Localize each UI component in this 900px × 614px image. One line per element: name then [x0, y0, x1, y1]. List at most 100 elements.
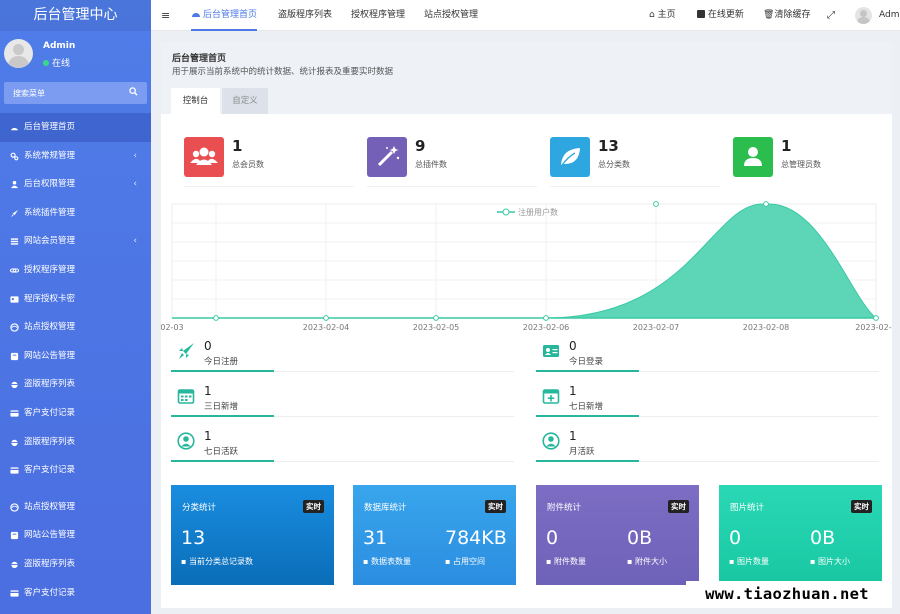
- tab-console[interactable]: 控制台: [171, 88, 220, 114]
- sidebar-item-label: 盗版程序列表: [24, 558, 76, 569]
- search-icon[interactable]: [129, 87, 138, 96]
- metric-value: 1: [569, 429, 577, 443]
- vcard-icon: [543, 345, 559, 357]
- sidebar-item[interactable]: 程序授权卡密: [0, 285, 151, 314]
- sidebar-item[interactable]: 后台管理首页: [0, 113, 151, 142]
- sidebar: 后台管理中心 Admin 在线 搜索菜单 后台管理首页 系统常规管理 ‹ 后台权限管理…: [0, 0, 151, 614]
- tab-custom[interactable]: 自定义: [222, 88, 268, 114]
- calendar-plus-icon: [542, 389, 560, 404]
- chart-x-tick-label: 2023-02-07: [633, 323, 680, 332]
- metric-underline: [536, 370, 639, 372]
- chevron-left-icon: ‹: [133, 150, 137, 161]
- stat-panel: 附件统计 实时 0 ▪ 附件数量 0B ▪ 附件大小: [536, 485, 699, 585]
- bug-icon: [11, 439, 18, 446]
- stat-value: 1: [232, 137, 243, 155]
- metric-value: 0: [569, 339, 577, 353]
- nav-tab-label: 后台管理首页: [203, 10, 258, 20]
- metric-label: 三日新增: [204, 402, 239, 412]
- sidebar-item[interactable]: 客户支付记录: [0, 456, 151, 485]
- realtime-badge: 实时: [851, 500, 872, 513]
- nav-tab-site-authorization[interactable]: 站点授权管理: [424, 0, 478, 31]
- chart-point[interactable]: [653, 201, 659, 207]
- sidebar-item[interactable]: 网站公告管理: [0, 521, 151, 550]
- link-icon: [10, 268, 19, 273]
- sidebar-item-label: 盗版程序列表: [24, 436, 76, 447]
- nav-admin-name[interactable]: Admin: [879, 0, 900, 31]
- sidebar-item[interactable]: 客户支付记录: [0, 399, 151, 428]
- chart-point[interactable]: [763, 201, 769, 207]
- sidebar-item[interactable]: 站点授权管理: [0, 493, 151, 522]
- sidebar-item[interactable]: 盗版程序列表: [0, 428, 151, 457]
- sidebar-item[interactable]: 系统常规管理 ‹: [0, 142, 151, 171]
- nav-tab-authorized-programs[interactable]: 授权程序管理: [351, 0, 405, 31]
- chart-point[interactable]: [213, 315, 219, 321]
- online-update-link[interactable]: 在线更新: [697, 0, 744, 31]
- sidebar-item[interactable]: 授权程序管理: [0, 256, 151, 285]
- menu-toggle-icon[interactable]: ≡: [161, 0, 170, 31]
- watermark: www.tiaozhuan.net: [686, 581, 888, 608]
- sidebar-item[interactable]: 盗版程序列表: [0, 370, 151, 399]
- dashboard-panel: 后台管理首页 用于展示当前系统中的统计数据、统计报表及重要实时数据 控制台 自定…: [161, 42, 892, 608]
- stat-panel-label: ▪ 数据表数量: [363, 557, 411, 566]
- stat-panel-value-secondary: 0B: [627, 527, 653, 549]
- sidebar-item-label: 系统插件管理: [24, 207, 76, 218]
- metric-label: 七日新增: [569, 402, 604, 412]
- small-icon: ▪: [445, 557, 453, 566]
- home-link[interactable]: ⌂ 主页: [649, 0, 676, 31]
- rocket-icon: [179, 343, 194, 359]
- cogs-icon: [10, 152, 19, 160]
- app-logo[interactable]: 后台管理中心: [0, 0, 151, 31]
- sidebar-item[interactable]: 网站公告管理: [0, 342, 151, 371]
- online-dot-icon: [43, 60, 49, 66]
- user-circle-icon: [177, 432, 195, 450]
- chart-point[interactable]: [433, 315, 439, 321]
- sidebar-item[interactable]: 盗版程序列表: [0, 550, 151, 579]
- sidebar-item[interactable]: 网站会员管理 ‹: [0, 227, 151, 256]
- chart-legend-marker[interactable]: [502, 208, 510, 216]
- fullscreen-icon[interactable]: ⤢: [827, 0, 835, 31]
- metric-value: 1: [569, 384, 577, 398]
- sidebar-item[interactable]: 系统插件管理: [0, 199, 151, 228]
- list-icon: [10, 238, 19, 246]
- stat-panel-value: 0: [729, 527, 742, 549]
- sidebar-item-label: 客户支付记录: [24, 587, 76, 598]
- page-title: 后台管理首页: [172, 54, 227, 64]
- stat-value: 13: [598, 137, 619, 155]
- sidebar-item-label: 程序授权卡密: [24, 293, 76, 304]
- nav-tab-pirated-list[interactable]: 盗版程序列表: [278, 0, 332, 31]
- sidebar-item-label: 盗版程序列表: [24, 379, 76, 390]
- calendar-icon: [177, 389, 195, 404]
- realtime-badge: 实时: [303, 500, 324, 513]
- metric-label: 七日活跃: [204, 447, 239, 457]
- avatar[interactable]: [4, 39, 33, 68]
- stat-panel-value-secondary: 784KB: [445, 527, 507, 549]
- stat-panel-title: 图片统计: [730, 503, 765, 513]
- user-circle-icon: [542, 432, 560, 450]
- nav-avatar[interactable]: [855, 7, 872, 24]
- nav-tab-dashboard[interactable]: 后台管理首页: [191, 0, 258, 31]
- stat-value: 9: [415, 137, 426, 155]
- sidebar-menu: 后台管理首页系统常规管理 ‹ 后台权限管理 ‹ 系统插件管理网站会员管理 ‹ 授权程序管理程…: [0, 113, 151, 607]
- menu-search-input[interactable]: 搜索菜单: [4, 82, 147, 104]
- stat-card-members: 1 总会员数: [184, 137, 354, 187]
- chart-point[interactable]: [873, 315, 879, 321]
- chart-point[interactable]: [323, 315, 329, 321]
- update-icon: [697, 10, 705, 18]
- stat-panel-label: ▪ 图片数量: [729, 557, 769, 566]
- stat-panel: 数据库统计 实时 31 ▪ 数据表数量 784KB ▪ 占用空间: [353, 485, 516, 585]
- sidebar-item-label: 授权程序管理: [24, 264, 76, 275]
- sidebar-item[interactable]: 后台权限管理 ‹: [0, 170, 151, 199]
- stat-panel-label-secondary: ▪ 图片大小: [810, 557, 850, 566]
- chart-legend-label[interactable]: 注册用户数: [518, 207, 558, 217]
- users-icon: [184, 137, 224, 177]
- clear-cache-link[interactable]: 🗑清除缓存: [763, 0, 810, 31]
- home-icon: ⌂: [649, 10, 655, 20]
- stat-panel-label-secondary: ▪ 占用空间: [445, 557, 485, 566]
- stat-label: 总会员数: [232, 160, 264, 169]
- stat-panel-label: ▪ 附件数量: [546, 557, 586, 566]
- sidebar-item-label: 系统常规管理: [24, 150, 76, 161]
- stat-card-admins: 1 总管理员数: [733, 137, 883, 183]
- sidebar-item[interactable]: 客户支付记录: [0, 579, 151, 608]
- sidebar-item[interactable]: 站点授权管理: [0, 313, 151, 342]
- chart-point[interactable]: [543, 315, 549, 321]
